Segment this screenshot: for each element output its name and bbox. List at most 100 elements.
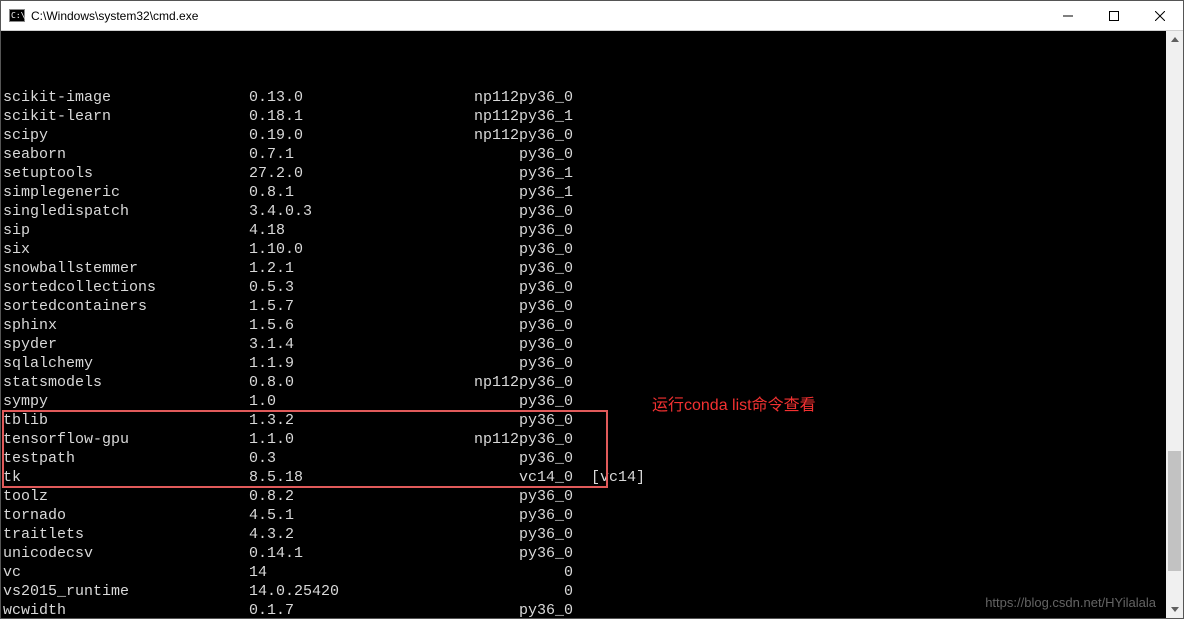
package-name: scipy <box>3 126 249 145</box>
package-version: 4.3.2 <box>249 525 443 544</box>
package-build: py36_0 <box>443 145 573 164</box>
package-row: tensorflow-gpu1.1.0np112py36_0 <box>3 430 1166 449</box>
package-version: 1.3.2 <box>249 411 443 430</box>
package-version: 4.18 <box>249 221 443 240</box>
package-row: toolz0.8.2py36_0 <box>3 487 1166 506</box>
package-build: 0 <box>443 563 573 582</box>
package-build: py36_0 <box>443 240 573 259</box>
package-version: 1.1.9 <box>249 354 443 373</box>
package-row: statsmodels0.8.0np112py36_0 <box>3 373 1166 392</box>
package-version: 14.0.25420 <box>249 582 443 601</box>
package-name: sortedcollections <box>3 278 249 297</box>
package-version: 1.2.1 <box>249 259 443 278</box>
package-build: np112py36_1 <box>443 107 573 126</box>
package-channel: [vc14] <box>573 468 645 487</box>
svg-text:C:\: C:\ <box>11 11 25 20</box>
package-row: sortedcollections0.5.3py36_0 <box>3 278 1166 297</box>
package-name: seaborn <box>3 145 249 164</box>
package-build: np112py36_0 <box>443 430 573 449</box>
package-row: unicodecsv0.14.1py36_0 <box>3 544 1166 563</box>
package-row: singledispatch3.4.0.3py36_0 <box>3 202 1166 221</box>
package-build: vc14_0 <box>443 468 573 487</box>
minimize-button[interactable] <box>1045 1 1091 31</box>
package-version: 0.8.0 <box>249 373 443 392</box>
package-row: snowballstemmer1.2.1py36_0 <box>3 259 1166 278</box>
package-row: spyder3.1.4py36_0 <box>3 335 1166 354</box>
package-build: py36_1 <box>443 164 573 183</box>
maximize-button[interactable] <box>1091 1 1137 31</box>
package-name: simplegeneric <box>3 183 249 202</box>
package-row: traitlets4.3.2py36_0 <box>3 525 1166 544</box>
package-build: py36_0 <box>443 297 573 316</box>
package-build: py36_0 <box>443 487 573 506</box>
package-version: 0.18.1 <box>249 107 443 126</box>
package-name: unicodecsv <box>3 544 249 563</box>
package-name: sortedcontainers <box>3 297 249 316</box>
package-build: py36_0 <box>443 506 573 525</box>
package-name: six <box>3 240 249 259</box>
package-version: 0.14.1 <box>249 544 443 563</box>
vertical-scrollbar[interactable] <box>1166 31 1183 618</box>
close-button[interactable] <box>1137 1 1183 31</box>
package-build: py36_0 <box>443 354 573 373</box>
package-build: py36_0 <box>443 544 573 563</box>
package-version: 0.7.1 <box>249 145 443 164</box>
package-name: sip <box>3 221 249 240</box>
package-version: 0.13.0 <box>249 88 443 107</box>
package-name: spyder <box>3 335 249 354</box>
package-name: statsmodels <box>3 373 249 392</box>
package-name: scikit-learn <box>3 107 249 126</box>
package-build: py36_0 <box>443 259 573 278</box>
package-name: tk <box>3 468 249 487</box>
package-build: py36_0 <box>443 221 573 240</box>
package-version: 1.5.7 <box>249 297 443 316</box>
package-row: wcwidth0.1.7py36_0 <box>3 601 1166 618</box>
package-name: wcwidth <box>3 601 249 618</box>
package-name: snowballstemmer <box>3 259 249 278</box>
package-version: 1.10.0 <box>249 240 443 259</box>
package-name: singledispatch <box>3 202 249 221</box>
scroll-up-button[interactable] <box>1166 31 1183 48</box>
package-name: traitlets <box>3 525 249 544</box>
package-version: 0.8.1 <box>249 183 443 202</box>
terminal-output[interactable]: scikit-image0.13.0np112py36_0scikit-lear… <box>1 31 1166 618</box>
package-row: sqlalchemy1.1.9py36_0 <box>3 354 1166 373</box>
scroll-down-button[interactable] <box>1166 601 1183 618</box>
package-name: tornado <box>3 506 249 525</box>
cmd-window: C:\ C:\Windows\system32\cmd.exe scikit-i… <box>0 0 1184 619</box>
package-build: np112py36_0 <box>443 126 573 145</box>
package-name: tensorflow-gpu <box>3 430 249 449</box>
package-version: 27.2.0 <box>249 164 443 183</box>
package-version: 3.4.0.3 <box>249 202 443 221</box>
package-version: 0.3 <box>249 449 443 468</box>
package-name: scikit-image <box>3 88 249 107</box>
package-version: 1.0 <box>249 392 443 411</box>
package-name: sympy <box>3 392 249 411</box>
package-version: 0.19.0 <box>249 126 443 145</box>
package-row: simplegeneric0.8.1py36_1 <box>3 183 1166 202</box>
package-build: py36_0 <box>443 601 573 618</box>
package-build: np112py36_0 <box>443 373 573 392</box>
titlebar[interactable]: C:\ C:\Windows\system32\cmd.exe <box>1 1 1183 31</box>
scroll-thumb[interactable] <box>1168 451 1181 571</box>
package-name: sqlalchemy <box>3 354 249 373</box>
package-version: 4.5.1 <box>249 506 443 525</box>
package-row: vc140 <box>3 563 1166 582</box>
package-build: py36_0 <box>443 316 573 335</box>
package-name: vc <box>3 563 249 582</box>
package-version: 1.1.0 <box>249 430 443 449</box>
package-row: tornado4.5.1py36_0 <box>3 506 1166 525</box>
package-build: np112py36_0 <box>443 88 573 107</box>
package-row: sip4.18py36_0 <box>3 221 1166 240</box>
package-build: py36_0 <box>443 202 573 221</box>
package-version: 8.5.18 <box>249 468 443 487</box>
cmd-icon: C:\ <box>9 8 25 24</box>
package-version: 0.5.3 <box>249 278 443 297</box>
package-row: sphinx1.5.6py36_0 <box>3 316 1166 335</box>
package-version: 1.5.6 <box>249 316 443 335</box>
package-row: tblib1.3.2py36_0 <box>3 411 1166 430</box>
client-area: scikit-image0.13.0np112py36_0scikit-lear… <box>1 31 1183 618</box>
package-build: py36_0 <box>443 392 573 411</box>
package-row: vs2015_runtime14.0.254200 <box>3 582 1166 601</box>
package-build: py36_0 <box>443 411 573 430</box>
